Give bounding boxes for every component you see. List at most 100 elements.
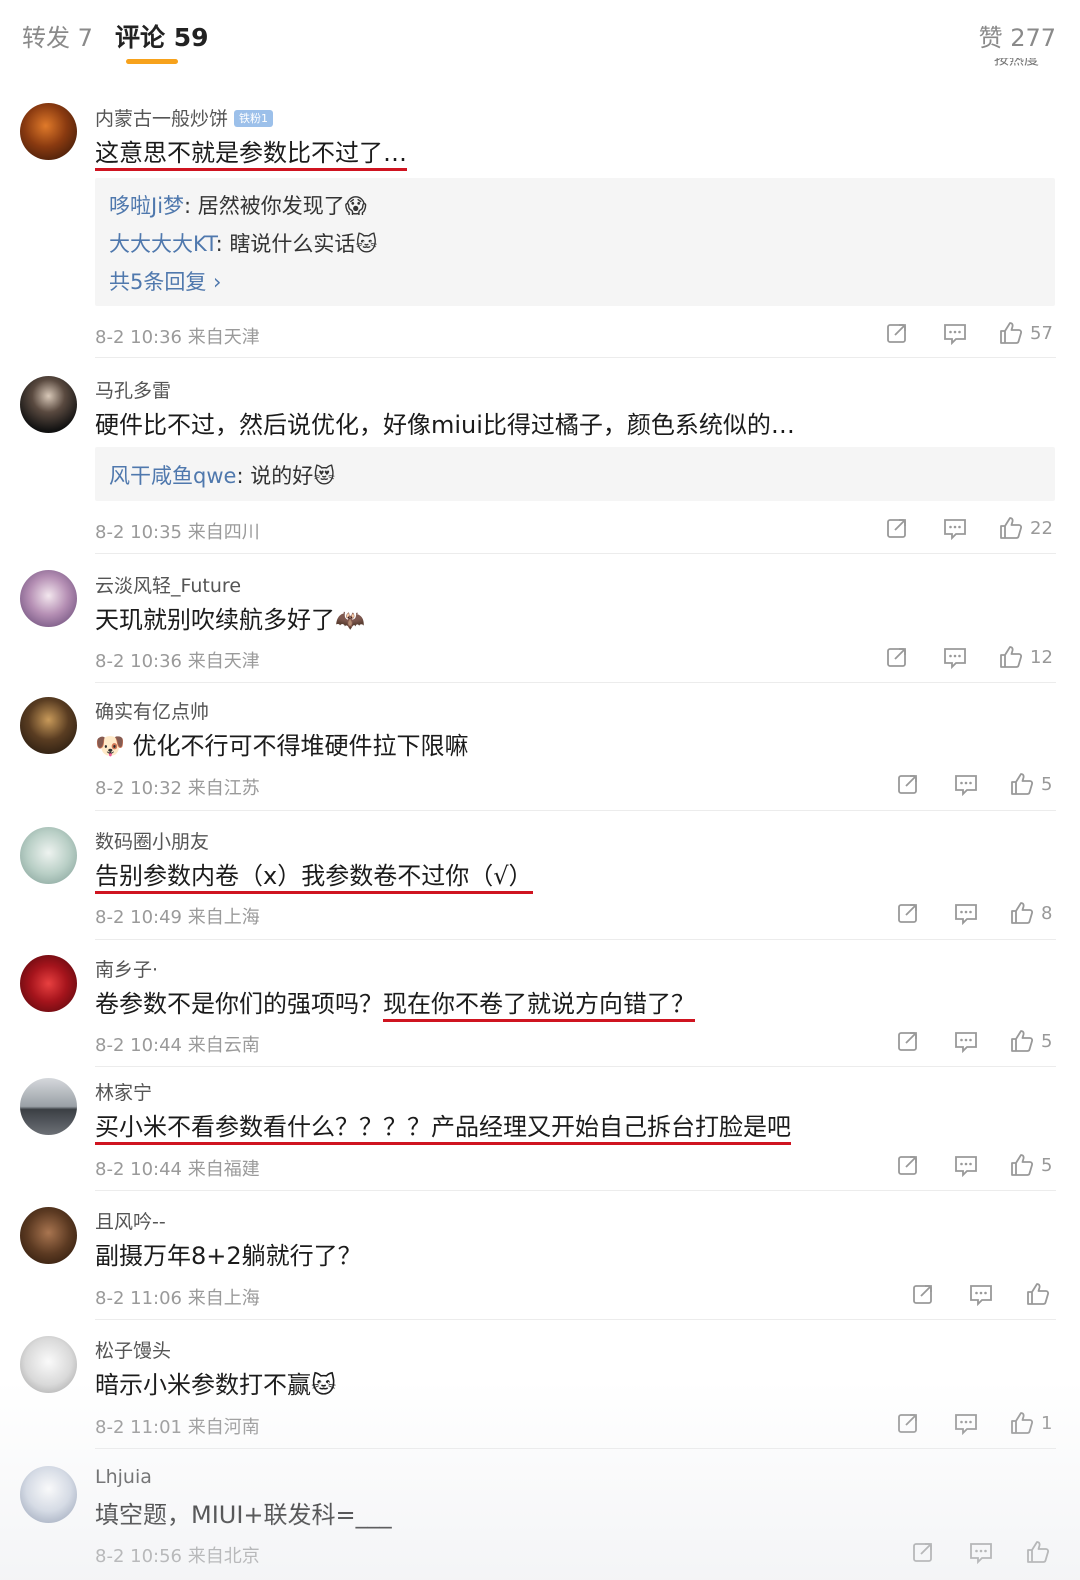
tab-comments[interactable]: 评论 59 [115, 18, 209, 54]
comment-username[interactable]: 且风吟-- [95, 1207, 166, 1234]
tab-reposts[interactable]: 转发 7 [22, 18, 93, 53]
comment-tabs: 转发 7 评论 59 赞 277 按热度 [0, 0, 1080, 66]
comment-icon[interactable] [953, 1152, 979, 1178]
emoji-icon: 🐱 [311, 1371, 337, 1399]
comment-text: 填空题，MIUI+联发科=___ [95, 1501, 392, 1529]
share-icon[interactable] [896, 771, 920, 797]
comment-icon[interactable] [942, 515, 968, 541]
comment-meta: 8-2 10:36 来自天津 [95, 651, 260, 672]
thumbs-up-icon [1027, 1541, 1050, 1563]
comment-username[interactable]: 南乡子· [95, 955, 158, 982]
comment-username[interactable]: 云淡风轻_Future [95, 571, 241, 598]
avatar[interactable] [20, 1466, 77, 1523]
comment-username[interactable]: 马孔多雷 [95, 376, 171, 403]
reply-author: 大大大大KT [109, 232, 216, 256]
avatar[interactable] [20, 570, 77, 627]
tab-likes[interactable]: 赞 277 [979, 18, 1056, 53]
emoji-icon: 🐱 [355, 232, 378, 256]
divider [95, 1066, 1056, 1067]
share-icon[interactable] [885, 515, 909, 541]
share-icon[interactable] [896, 1028, 920, 1054]
comment-icon[interactable] [953, 1028, 979, 1054]
avatar[interactable] [20, 827, 77, 884]
comment-text: 硬件比不过，然后说优化，好像miui比得过橘子，颜色系统似的… [95, 411, 795, 439]
like-button[interactable]: 5 [1009, 771, 1052, 797]
comment-icon[interactable] [953, 1410, 979, 1436]
thumbs-up-icon [1011, 773, 1034, 795]
fan-badge: 铁粉1 [234, 110, 274, 127]
comment-text: 🐶 优化不行可不得堆硬件拉下限嘛 [95, 732, 469, 760]
like-button[interactable]: 8 [1009, 900, 1052, 926]
like-count: 57 [1030, 322, 1053, 344]
like-count: 22 [1030, 517, 1053, 539]
divider [95, 1448, 1056, 1449]
thumbs-up-icon [1000, 322, 1023, 344]
comment-text: 卷参数不是你们的强项吗？现在你不卷了就说方向错了？ [95, 984, 695, 1022]
comment-username[interactable]: 内蒙古一般炒饼 铁粉1 [95, 104, 274, 131]
avatar[interactable] [20, 1336, 77, 1393]
avatar[interactable] [20, 697, 77, 754]
comment-meta: 8-2 10:44 来自云南 [95, 1035, 260, 1056]
share-icon[interactable] [885, 320, 909, 346]
share-icon[interactable] [911, 1281, 935, 1307]
comment-meta: 8-2 11:01 来自河南 [95, 1417, 260, 1438]
comment-meta: 8-2 10:56 来自北京 [95, 1546, 260, 1567]
thumbs-up-icon [1011, 1030, 1034, 1052]
avatar[interactable] [20, 1207, 77, 1264]
share-icon[interactable] [896, 900, 920, 926]
comment-text: 副摄万年8+2躺就行了？ [95, 1242, 362, 1270]
reply-preview-box[interactable]: 哆啦Ji梦: 居然被你发现了😱 大大大大KT: 瞎说什么实话🐱 共5条回复 › [95, 178, 1055, 306]
comment-icon[interactable] [942, 644, 968, 670]
emoji-icon: 🦇 [335, 606, 365, 634]
thumbs-up-icon [1027, 1283, 1050, 1305]
comment-username[interactable]: 确实有亿点帅 [95, 697, 209, 724]
like-button[interactable] [1025, 1539, 1057, 1565]
reply-item: 大大大大KT: 瞎说什么实话🐱 [109, 232, 378, 256]
comment-username[interactable]: 林家宁 [95, 1078, 152, 1105]
sort-toggle[interactable]: 按热度 [994, 58, 1052, 66]
emoji-icon: 🐶 [95, 732, 125, 760]
comment-icon[interactable] [953, 771, 979, 797]
more-replies-link[interactable]: 共5条回复 › [109, 266, 221, 296]
comment-text: 暗示小米参数打不赢🐱 [95, 1371, 337, 1399]
thumbs-up-icon [1000, 646, 1023, 668]
comment-meta: 8-2 10:36 来自天津 [95, 327, 260, 348]
avatar[interactable] [20, 955, 77, 1012]
like-button[interactable]: 57 [998, 320, 1053, 346]
emoji-icon: 😻 [313, 464, 336, 488]
comment-icon[interactable] [953, 900, 979, 926]
divider [95, 1319, 1056, 1320]
divider [95, 1190, 1056, 1191]
share-icon[interactable] [896, 1410, 920, 1436]
comment-icon[interactable] [968, 1281, 994, 1307]
divider [95, 939, 1056, 940]
like-button[interactable] [1025, 1281, 1057, 1307]
avatar[interactable] [20, 376, 77, 433]
comment-text: 告别参数内卷（x）我参数卷不过你（√） [95, 856, 533, 894]
reply-item: 风干咸鱼qwe: 说的好😻 [109, 464, 336, 488]
like-button[interactable]: 5 [1009, 1028, 1052, 1054]
comment-username[interactable]: 松子馒头 [95, 1336, 171, 1363]
like-count: 5 [1041, 1030, 1053, 1052]
share-icon[interactable] [896, 1152, 920, 1178]
comment-meta: 8-2 10:35 来自四川 [95, 522, 260, 543]
comment-icon[interactable] [942, 320, 968, 346]
thumbs-up-icon [1011, 902, 1034, 924]
emoji-icon: 😱 [344, 194, 367, 218]
avatar[interactable] [20, 1078, 77, 1135]
share-icon[interactable] [911, 1539, 935, 1565]
reply-preview-box[interactable]: 风干咸鱼qwe: 说的好😻 [95, 447, 1055, 501]
comment-icon[interactable] [968, 1539, 994, 1565]
comment-text: 这意思不就是参数比不过了… [95, 133, 407, 171]
like-button[interactable]: 5 [1009, 1152, 1052, 1178]
comment-text: 买小米不看参数看什么？？？？产品经理又开始自己拆台打脸是吧 [95, 1107, 791, 1145]
share-icon[interactable] [885, 644, 909, 670]
divider [95, 357, 1056, 358]
like-button[interactable]: 12 [998, 644, 1053, 670]
like-count: 5 [1041, 1154, 1053, 1176]
comment-username[interactable]: 数码圈小朋友 [95, 827, 209, 854]
comment-username[interactable]: Lhjuia [95, 1466, 152, 1488]
like-button[interactable]: 1 [1009, 1410, 1052, 1436]
like-button[interactable]: 22 [998, 515, 1053, 541]
avatar[interactable] [20, 103, 77, 160]
